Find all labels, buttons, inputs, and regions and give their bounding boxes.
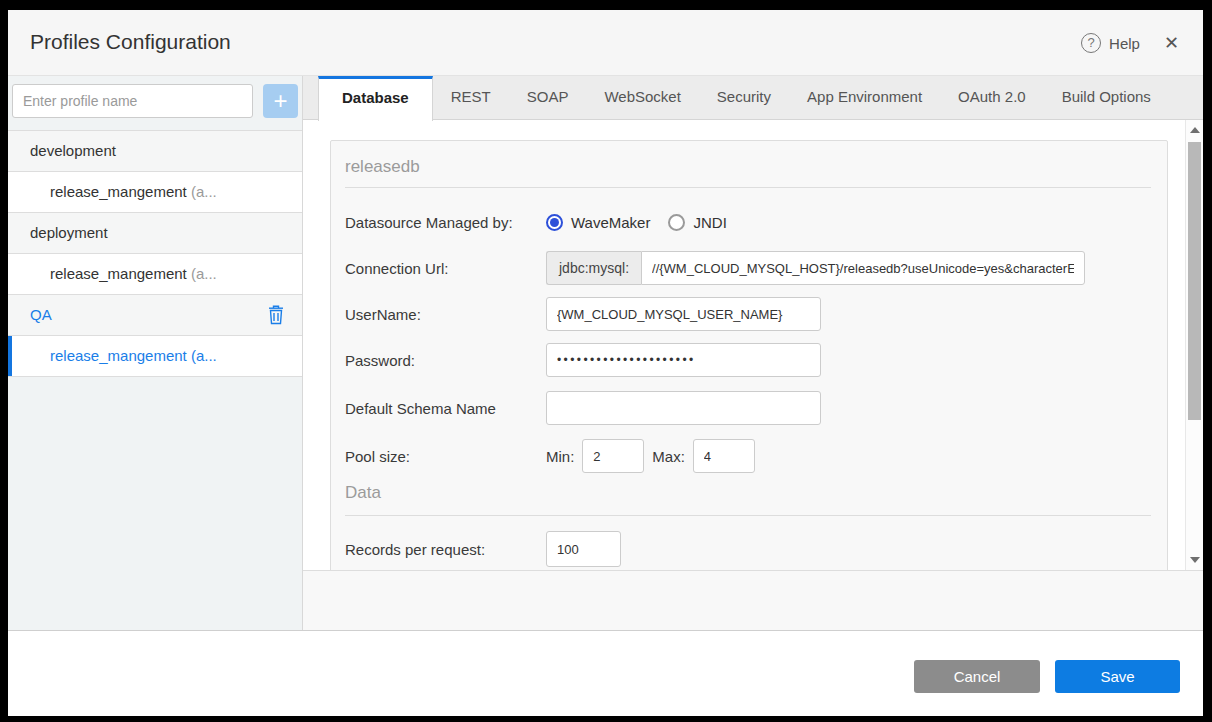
profiles-configuration-dialog: Profiles Configuration ? Help ✕ + develo…	[8, 10, 1203, 716]
connection-url-input[interactable]	[641, 251, 1085, 285]
tab-app-environment[interactable]: App Environment	[789, 76, 940, 119]
records-label: Records per request:	[345, 541, 546, 558]
schema-input[interactable]	[546, 391, 821, 425]
tab-rest[interactable]: REST	[433, 76, 509, 119]
pool-size-row: Pool size: Min: Max:	[345, 439, 1151, 473]
tab-database[interactable]: Database	[318, 76, 433, 121]
dialog-footer: Cancel Save	[8, 630, 1203, 716]
profile-detail-panel: Database REST SOAP WebSocket Security Ap…	[303, 76, 1203, 630]
profiles-list: development release_mangement (a... depl…	[8, 130, 302, 377]
username-row: UserName:	[345, 297, 1151, 331]
delete-profile-icon[interactable]	[268, 305, 284, 325]
tab-soap[interactable]: SOAP	[509, 76, 587, 119]
min-pool-input[interactable]	[582, 439, 644, 473]
scroll-up-icon[interactable]	[1186, 122, 1203, 138]
releasedb-panel: releasedb Datasource Managed by: WaveMak…	[330, 140, 1168, 570]
max-label: Max:	[652, 448, 685, 465]
password-row: Password:	[345, 343, 1151, 377]
connection-url-label: Connection Url:	[345, 260, 546, 277]
password-input[interactable]	[546, 343, 821, 377]
close-icon[interactable]: ✕	[1164, 32, 1179, 54]
max-pool-input[interactable]	[693, 439, 755, 473]
username-label: UserName:	[345, 306, 546, 323]
data-section-title: Data	[345, 483, 381, 503]
profile-search-row: +	[12, 84, 298, 118]
min-label: Min:	[546, 448, 574, 465]
db-section-title: releasedb	[345, 157, 420, 177]
tab-build-options[interactable]: Build Options	[1044, 76, 1169, 119]
datasource-row: Datasource Managed by: WaveMaker JNDI	[345, 205, 1151, 239]
sidebar-item-release-mangement-2[interactable]: release_mangement (a...	[8, 254, 302, 295]
pool-size-label: Pool size:	[345, 448, 546, 465]
sidebar-item-release-mangement-qa[interactable]: release_mangement (a...	[8, 336, 302, 377]
records-input[interactable]	[546, 531, 621, 567]
jndi-radio[interactable]	[668, 214, 685, 231]
sidebar-item-development[interactable]: development	[8, 131, 302, 172]
cancel-button[interactable]: Cancel	[914, 660, 1040, 693]
vertical-scrollbar[interactable]	[1185, 120, 1203, 570]
help-link[interactable]: Help	[1109, 35, 1140, 52]
jdbc-prefix-addon: jdbc:mysql:	[546, 251, 641, 285]
wavemaker-radio-label[interactable]: WaveMaker	[571, 214, 650, 231]
sidebar-item-qa[interactable]: QA	[8, 295, 302, 336]
data-section-divider	[345, 515, 1151, 516]
sidebar-item-deployment[interactable]: deployment	[8, 213, 302, 254]
scrollbar-thumb[interactable]	[1188, 142, 1201, 420]
records-row: Records per request:	[345, 531, 1151, 567]
wavemaker-radio[interactable]	[546, 214, 563, 231]
scroll-down-icon[interactable]	[1186, 552, 1203, 568]
schema-label: Default Schema Name	[345, 400, 546, 417]
dialog-header: Profiles Configuration ? Help ✕	[8, 10, 1203, 76]
database-tab-content: releasedb Datasource Managed by: WaveMak…	[303, 120, 1203, 570]
help-icon[interactable]: ?	[1081, 33, 1101, 53]
jndi-radio-label[interactable]: JNDI	[693, 214, 726, 231]
sidebar-item-release-mangement-1[interactable]: release_mangement (a...	[8, 172, 302, 213]
dialog-title: Profiles Configuration	[30, 30, 231, 54]
password-label: Password:	[345, 352, 546, 369]
config-tabs: Database REST SOAP WebSocket Security Ap…	[303, 76, 1203, 120]
add-profile-button[interactable]: +	[263, 84, 298, 118]
username-input[interactable]	[546, 297, 821, 331]
tab-websocket[interactable]: WebSocket	[586, 76, 698, 119]
tab-oauth[interactable]: OAuth 2.0	[940, 76, 1044, 119]
connection-url-row: Connection Url: jdbc:mysql:	[345, 251, 1151, 285]
save-button[interactable]: Save	[1055, 660, 1180, 693]
section-divider	[345, 187, 1151, 188]
tab-security[interactable]: Security	[699, 76, 789, 119]
profile-search-input[interactable]	[12, 84, 253, 118]
schema-row: Default Schema Name	[345, 391, 1151, 425]
profiles-sidebar: + development release_mangement (a... de…	[8, 76, 303, 630]
panel-bottom-strip	[303, 570, 1203, 630]
datasource-label: Datasource Managed by:	[345, 214, 546, 231]
header-actions: ? Help ✕	[1081, 10, 1179, 76]
